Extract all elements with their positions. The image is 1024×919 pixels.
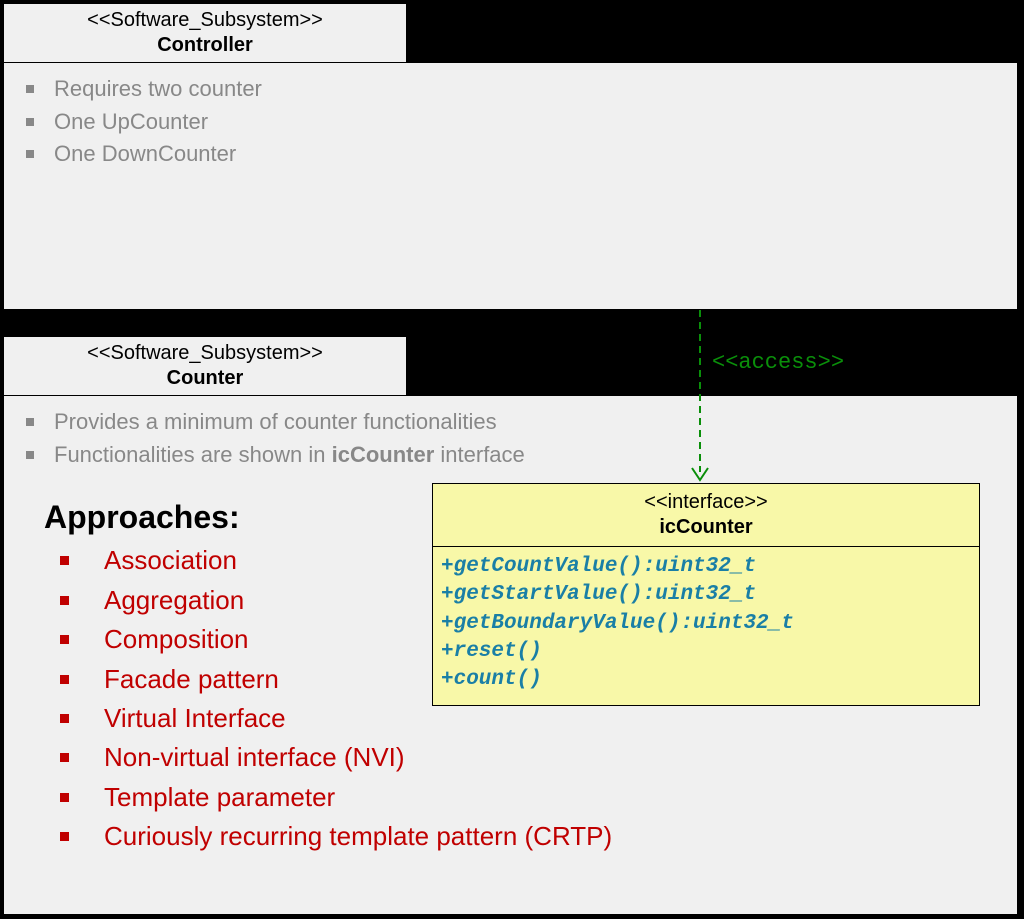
operation: +getCountValue():uint32_t (441, 553, 971, 581)
list-item: Provides a minimum of counter functional… (26, 407, 1011, 437)
controller-body: Requires two counter One UpCounter One D… (3, 62, 1018, 310)
interface-header: <<interface>> icCounter (433, 484, 979, 547)
list-item: One DownCounter (26, 139, 1011, 169)
list-item: Curiously recurring template pattern (CR… (60, 818, 1017, 854)
list-item: Template parameter (60, 779, 1017, 815)
counter-items: Provides a minimum of counter functional… (4, 396, 1017, 469)
counter-header: <<Software_Subsystem>> Counter (3, 336, 407, 396)
interface-title: icCounter (437, 515, 975, 540)
list-item: Non-virtual interface (NVI) (60, 739, 1017, 775)
controller-header: <<Software_Subsystem>> Controller (3, 3, 407, 63)
counter-stereotype: <<Software_Subsystem>> (14, 341, 396, 366)
access-label: <<access>> (712, 350, 844, 375)
list-item: One UpCounter (26, 107, 1011, 137)
list-item: Requires two counter (26, 74, 1011, 104)
operation: +getStartValue():uint32_t (441, 581, 971, 609)
access-arrow (680, 310, 720, 485)
interface-box: <<interface>> icCounter +getCountValue()… (432, 483, 980, 706)
interface-operations: +getCountValue():uint32_t +getStartValue… (433, 547, 979, 705)
list-item: Functionalities are shown in icCounter i… (26, 440, 1011, 470)
interface-stereotype: <<interface>> (437, 490, 975, 515)
operation: +count() (441, 666, 971, 694)
operation: +getBoundaryValue():uint32_t (441, 610, 971, 638)
controller-title: Controller (14, 33, 396, 58)
operation: +reset() (441, 638, 971, 666)
counter-title: Counter (14, 366, 396, 391)
controller-items: Requires two counter One UpCounter One D… (4, 63, 1017, 169)
controller-stereotype: <<Software_Subsystem>> (14, 8, 396, 33)
